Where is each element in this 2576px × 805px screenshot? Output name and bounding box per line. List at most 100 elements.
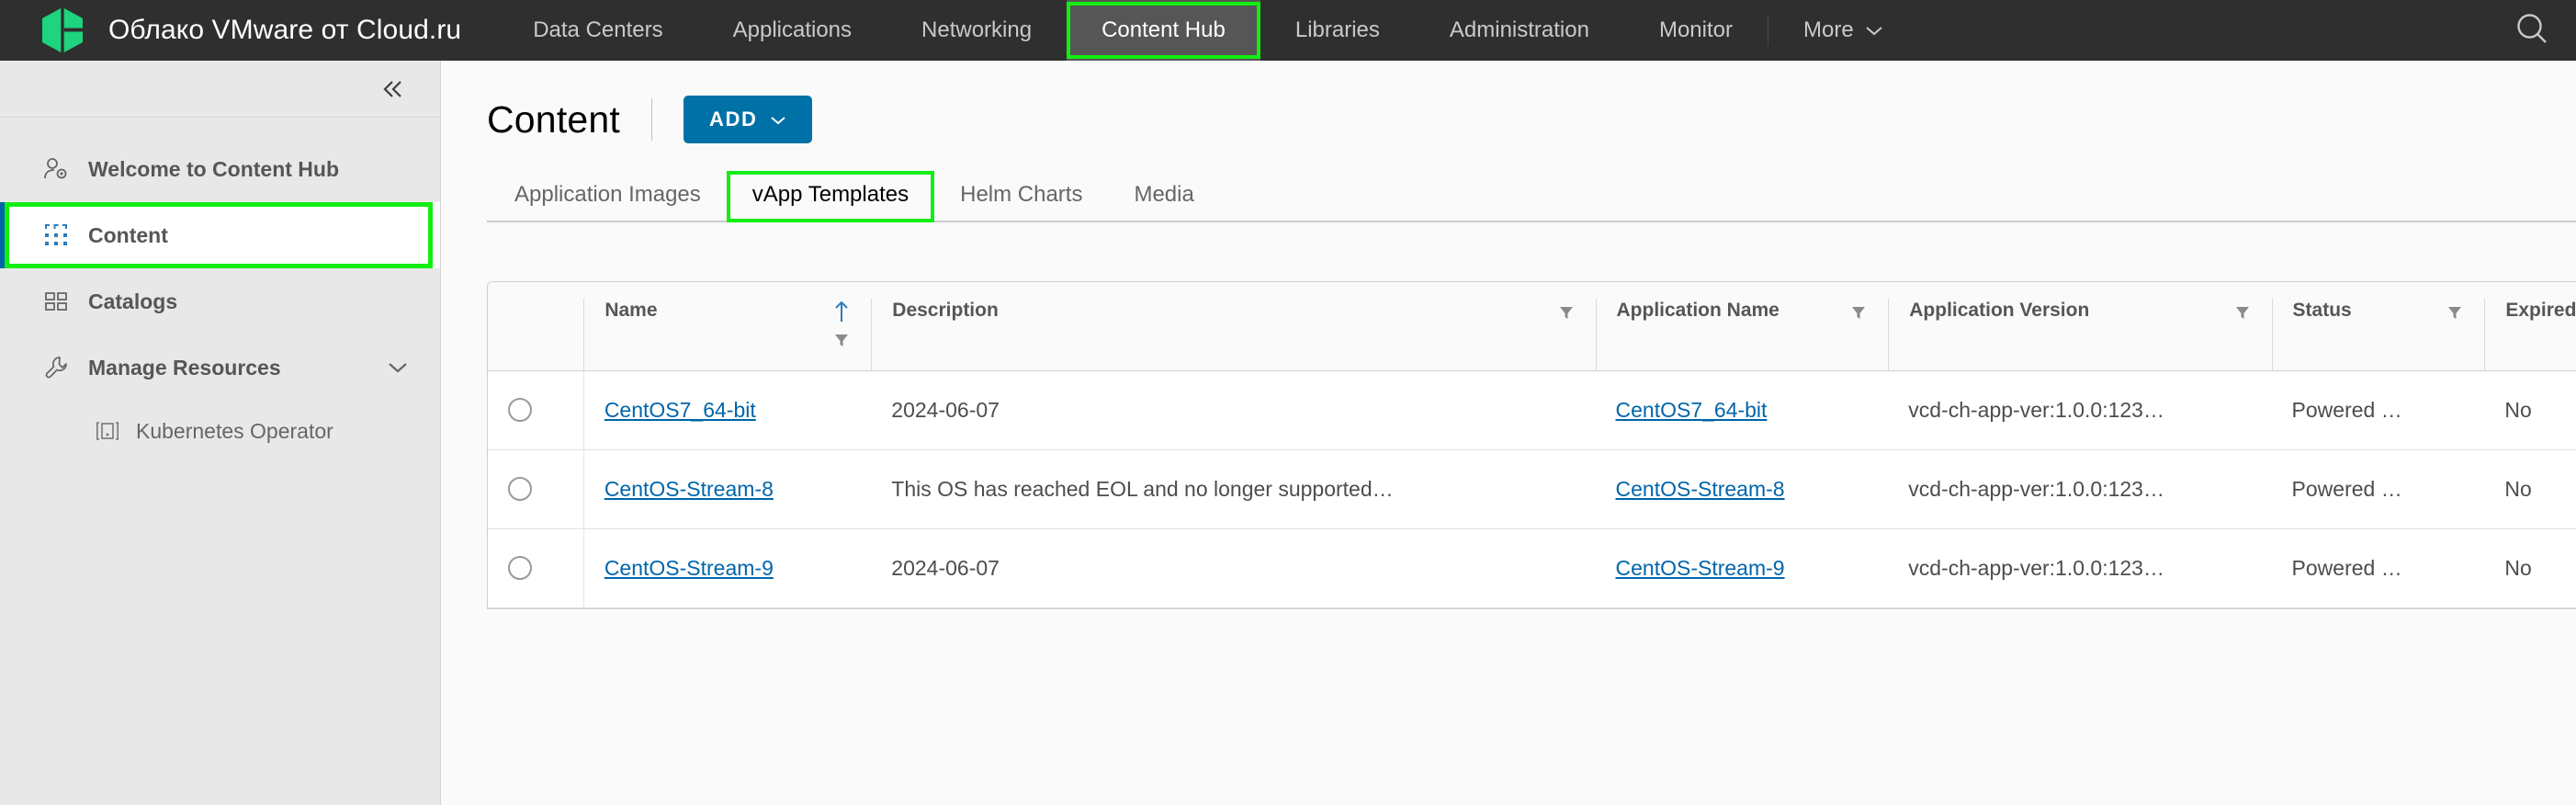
column-header-status[interactable]: Status [2271, 282, 2485, 371]
application-name-link[interactable]: CentOS-Stream-8 [1616, 477, 1785, 501]
table-row[interactable]: CentOS-Stream-9 2024-06-07 CentOS-Stream… [488, 528, 2576, 608]
column-header-label: Name [604, 300, 658, 321]
grid-squares-icon [42, 289, 70, 314]
nav-item-networking[interactable]: Networking [887, 0, 1067, 61]
filter-icon[interactable] [1849, 300, 1868, 322]
cell-application-name[interactable]: CentOS-Stream-8 [1595, 449, 1889, 529]
name-link[interactable]: CentOS-Stream-9 [604, 556, 774, 580]
search-icon [2514, 11, 2549, 51]
nav-item-administration[interactable]: Administration [1415, 0, 1624, 61]
main-content: Content ADD Application Images vApp Temp… [441, 61, 2576, 805]
column-header-expired[interactable]: Expired [2484, 282, 2576, 371]
filter-icon[interactable] [1557, 300, 1576, 322]
nav-item-more[interactable]: More [1768, 0, 1918, 61]
row-radio-button[interactable] [508, 477, 532, 501]
column-header-label: Description [892, 300, 999, 321]
sidebar-item-manage-resources[interactable]: Manage Resources [0, 334, 440, 401]
row-radio-button[interactable] [508, 398, 532, 422]
filter-icon[interactable] [2233, 300, 2252, 322]
search-button[interactable] [2488, 0, 2576, 61]
column-header-application-version[interactable]: Application Version [1888, 282, 2272, 371]
row-select-cell[interactable] [488, 370, 584, 450]
application-name-link[interactable]: CentOS7_64-bit [1616, 398, 1768, 422]
name-link[interactable]: CentOS7_64-bit [604, 398, 756, 422]
cell-name[interactable]: CentOS7_64-bit [582, 370, 872, 450]
cell-expired: No [2484, 528, 2576, 608]
nav-item-label: Administration [1449, 17, 1589, 42]
sidebar-item-content[interactable]: Content [0, 202, 440, 268]
column-header-description[interactable]: Description [871, 282, 1596, 371]
content-table: Name Description Application Name Applic… [487, 281, 2576, 609]
row-select-cell[interactable] [488, 528, 584, 608]
top-navigation-bar: Облако VMware от Cloud.ru Data Centers A… [0, 0, 2576, 61]
chevron-down-icon [1865, 25, 1883, 37]
cell-description: 2024-06-07 [871, 370, 1596, 450]
sidebar-subitem-label: Kubernetes Operator [136, 418, 333, 443]
tab-application-images[interactable]: Application Images [489, 175, 727, 221]
tab-helm-charts[interactable]: Helm Charts [934, 175, 1108, 221]
cell-name[interactable]: CentOS-Stream-9 [582, 528, 872, 608]
sidebar-item-label: Content [88, 222, 168, 247]
sidebar: Welcome to Content Hub Content Catalogs … [0, 61, 441, 805]
cell-name[interactable]: CentOS-Stream-8 [582, 449, 872, 529]
brand-title: Облако VMware от Cloud.ru [108, 15, 462, 45]
header-divider [651, 98, 653, 141]
cell-application-version: vcd-ch-app-ver:1.0.0:123… [1888, 370, 2272, 450]
tab-label: vApp Templates [751, 182, 910, 207]
cell-description: 2024-06-07 [871, 528, 1596, 608]
filter-icon[interactable] [832, 327, 851, 349]
cell-expired: No [2484, 449, 2576, 529]
cloudru-hex-logo-icon [40, 6, 85, 54]
sidebar-item-label: Welcome to Content Hub [88, 156, 340, 181]
nav-item-applications[interactable]: Applications [698, 0, 887, 61]
tab-label: Helm Charts [960, 182, 1083, 207]
chevron-down-icon [770, 108, 786, 131]
sidebar-item-catalogs[interactable]: Catalogs [0, 268, 440, 334]
column-header-name[interactable]: Name [583, 282, 872, 371]
nav-item-libraries[interactable]: Libraries [1260, 0, 1415, 61]
name-link[interactable]: CentOS-Stream-8 [604, 477, 774, 501]
dotted-grid-icon [42, 222, 70, 248]
cell-application-name[interactable]: CentOS7_64-bit [1595, 370, 1889, 450]
sort-ascending-icon[interactable] [832, 300, 851, 323]
nav-item-data-centers[interactable]: Data Centers [498, 0, 697, 61]
cell-description: This OS has reached EOL and no longer su… [871, 449, 1596, 529]
cell-status: Powered … [2271, 370, 2485, 450]
nav-item-label: Content Hub [1102, 17, 1226, 42]
column-header-label: Application Version [1909, 300, 2090, 321]
sidebar-item-kubernetes-operator[interactable]: Kubernetes Operator [0, 401, 440, 461]
column-header-label: Application Name [1616, 300, 1779, 321]
table-row[interactable]: CentOS7_64-bit 2024-06-07 CentOS7_64-bit… [488, 370, 2576, 450]
nav-item-content-hub[interactable]: Content Hub [1067, 0, 1260, 61]
user-gear-icon [42, 156, 70, 182]
sidebar-items-list: Welcome to Content Hub Content Catalogs … [0, 118, 440, 461]
nav-item-label: Applications [732, 17, 853, 42]
cell-application-name[interactable]: CentOS-Stream-9 [1595, 528, 1889, 608]
application-name-link[interactable]: CentOS-Stream-9 [1616, 556, 1785, 580]
tab-bar: Application Images vApp Templates Helm C… [487, 171, 2576, 222]
tab-vapp-templates[interactable]: vApp Templates [726, 171, 935, 222]
column-header-select [488, 282, 584, 371]
nav-item-label: Data Centers [533, 17, 663, 42]
row-select-cell[interactable] [488, 449, 584, 529]
column-header-application-name[interactable]: Application Name [1595, 282, 1889, 371]
add-button[interactable]: ADD [684, 96, 813, 143]
cell-status: Powered … [2271, 449, 2485, 529]
sidebar-item-label: Catalogs [88, 289, 178, 313]
cell-application-version: vcd-ch-app-ver:1.0.0:123… [1888, 449, 2272, 529]
cell-application-version: vcd-ch-app-ver:1.0.0:123… [1888, 528, 2272, 608]
sidebar-item-welcome-to-content-hub[interactable]: Welcome to Content Hub [0, 136, 440, 202]
double-chevron-left-icon[interactable] [379, 78, 407, 100]
nav-item-monitor[interactable]: Monitor [1624, 0, 1768, 61]
brand[interactable]: Облако VMware от Cloud.ru [0, 0, 498, 61]
row-radio-button[interactable] [508, 556, 532, 580]
page-header: Content ADD [487, 61, 2576, 143]
tab-label: Application Images [514, 182, 701, 207]
tab-media[interactable]: Media [1108, 175, 1219, 221]
table-row[interactable]: CentOS-Stream-8 This OS has reached EOL … [488, 449, 2576, 529]
filter-icon[interactable] [2446, 300, 2464, 322]
sidebar-header [0, 61, 440, 118]
chevron-down-icon[interactable] [387, 361, 409, 375]
body-wrapper: Welcome to Content Hub Content Catalogs … [0, 61, 2576, 805]
